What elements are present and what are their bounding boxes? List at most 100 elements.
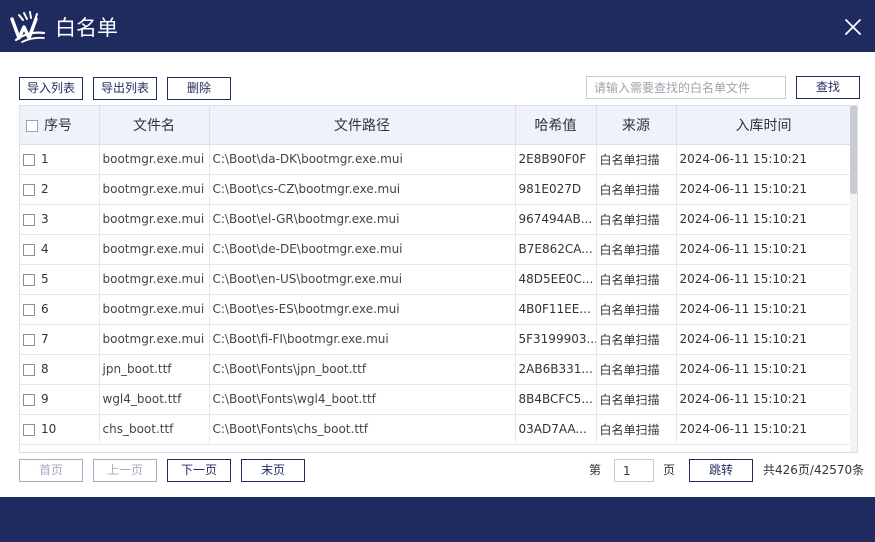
- row-hash-text: B7E862CA...: [518, 242, 593, 256]
- title-bar: 白名单: [0, 0, 875, 52]
- row-time-text: 2024-06-11 15:10:21: [679, 332, 807, 346]
- table-row[interactable]: 1 bootmgr.exe.mui C:\Boot\da-DK\bootmgr.ex…: [20, 144, 852, 175]
- row-filepath-text: C:\Boot\cs-CZ\bootmgr.exe.mui: [212, 182, 401, 196]
- table-row[interactable]: 3 bootmgr.exe.mui C:\Boot\el-GR\bootmgr.ex…: [20, 204, 852, 235]
- row-hash-cell: 2AB6B331...: [515, 354, 597, 385]
- row-index-cell: 2: [20, 174, 100, 205]
- row-filepath-cell: C:\Boot\Fonts\chs_boot.ttf: [209, 414, 516, 445]
- row-source-cell: 白名单扫描: [596, 174, 677, 205]
- row-filepath-cell: C:\Boot\Fonts\jpn_boot.ttf: [209, 354, 516, 385]
- row-time-cell: 2024-06-11 15:10:21: [676, 144, 852, 175]
- row-filepath-cell: C:\Boot\el-GR\bootmgr.exe.mui: [209, 204, 516, 235]
- row-checkbox[interactable]: [23, 243, 35, 256]
- row-index-cell: 6: [20, 294, 100, 325]
- row-checkbox[interactable]: [23, 393, 35, 406]
- delete-button[interactable]: 删除: [167, 77, 231, 100]
- row-filepath-text: C:\Boot\en-US\bootmgr.exe.mui: [212, 272, 403, 286]
- row-hash-text: 5F3199903...: [518, 332, 596, 346]
- row-filepath-text: C:\Boot\Fonts\chs_boot.ttf: [212, 422, 368, 436]
- row-filename-cell: bootmgr.exe.mui: [99, 264, 210, 295]
- row-checkbox[interactable]: [23, 153, 35, 166]
- row-time-cell: 2024-06-11 15:10:21: [676, 204, 852, 235]
- column-header-time[interactable]: 入库时间: [676, 106, 852, 145]
- row-filepath-text: C:\Boot\el-GR\bootmgr.exe.mui: [212, 212, 400, 226]
- row-time-cell: 2024-06-11 15:10:21: [676, 264, 852, 295]
- row-source-cell: 白名单扫描: [596, 204, 677, 235]
- last-page-button[interactable]: 末页: [241, 459, 305, 482]
- close-icon[interactable]: [842, 16, 864, 38]
- row-checkbox[interactable]: [23, 363, 35, 376]
- scrollbar-thumb[interactable]: [850, 106, 857, 194]
- row-filename-cell: bootmgr.exe.mui: [99, 174, 210, 205]
- table-scrollbar[interactable]: [850, 106, 857, 452]
- first-page-button[interactable]: 首页: [19, 459, 83, 482]
- import-list-button[interactable]: 导入列表: [19, 77, 83, 100]
- row-index-text: 7: [41, 332, 49, 346]
- prev-page-button[interactable]: 上一页: [93, 459, 157, 482]
- row-filename-text: bootmgr.exe.mui: [102, 332, 205, 346]
- table-row[interactable]: 5 bootmgr.exe.mui C:\Boot\en-US\bootmgr.ex…: [20, 264, 852, 295]
- table-row[interactable]: 2 bootmgr.exe.mui C:\Boot\cs-CZ\bootmgr.ex…: [20, 174, 852, 205]
- column-header-filepath[interactable]: 文件路径: [209, 106, 516, 145]
- row-checkbox[interactable]: [23, 213, 35, 226]
- row-checkbox[interactable]: [23, 333, 35, 346]
- row-filename-text: bootmgr.exe.mui: [102, 272, 205, 286]
- row-hash-text: 4B0F11EE...: [518, 302, 591, 316]
- row-source-text: 白名单扫描: [599, 182, 660, 197]
- jump-button[interactable]: 跳转: [689, 459, 753, 482]
- table-row[interactable]: 8 jpn_boot.ttf C:\Boot\Fonts\jpn_boot.ttf 2…: [20, 354, 852, 385]
- row-filename-text: jpn_boot.ttf: [102, 362, 172, 376]
- row-filepath-cell: C:\Boot\de-DE\bootmgr.exe.mui: [209, 234, 516, 265]
- search-input[interactable]: [586, 76, 786, 99]
- find-button[interactable]: 查找: [796, 76, 860, 99]
- row-filename-text: bootmgr.exe.mui: [102, 152, 205, 166]
- row-filepath-text: C:\Boot\Fonts\wgl4_boot.ttf: [212, 392, 376, 406]
- table-row[interactable]: 7 bootmgr.exe.mui C:\Boot\fi-FI\bootmgr.ex…: [20, 324, 852, 355]
- row-filename-cell: jpn_boot.ttf: [99, 354, 210, 385]
- row-source-cell: 白名单扫描: [596, 384, 677, 415]
- export-list-button[interactable]: 导出列表: [93, 77, 157, 100]
- row-time-text: 2024-06-11 15:10:21: [679, 272, 807, 286]
- row-source-text: 白名单扫描: [599, 422, 660, 437]
- row-hash-cell: 2E8B90F0F: [515, 144, 597, 175]
- row-hash-cell: 4B0F11EE...: [515, 294, 597, 325]
- row-filename-cell: wgl4_boot.ttf: [99, 384, 210, 415]
- table-row[interactable]: 6 bootmgr.exe.mui C:\Boot\es-ES\bootmgr.ex…: [20, 294, 852, 325]
- column-header-filename[interactable]: 文件名: [99, 106, 210, 145]
- row-source-text: 白名单扫描: [599, 392, 660, 407]
- row-filename-text: bootmgr.exe.mui: [102, 212, 205, 226]
- row-time-cell: 2024-06-11 15:10:21: [676, 234, 852, 265]
- row-index-cell: 4: [20, 234, 100, 265]
- row-filepath-cell: C:\Boot\da-DK\bootmgr.exe.mui: [209, 144, 516, 175]
- row-filepath-text: C:\Boot\Fonts\jpn_boot.ttf: [212, 362, 367, 376]
- table-row[interactable]: 9 wgl4_boot.ttf C:\Boot\Fonts\wgl4_boot.tt…: [20, 384, 852, 415]
- select-all-checkbox[interactable]: [26, 119, 38, 132]
- row-hash-text: 8B4BCFC5...: [518, 392, 593, 406]
- row-time-text: 2024-06-11 15:10:21: [679, 212, 807, 226]
- row-time-text: 2024-06-11 15:10:21: [679, 152, 807, 166]
- window-title: 白名单: [55, 16, 118, 40]
- table-row[interactable]: 10 chs_boot.ttf C:\Boot\Fonts\chs_boot.ttf…: [20, 414, 852, 445]
- row-index-text: 3: [41, 212, 49, 226]
- page-number-input[interactable]: [614, 459, 654, 482]
- row-filepath-cell: C:\Boot\Fonts\wgl4_boot.ttf: [209, 384, 516, 415]
- row-source-cell: 白名单扫描: [596, 264, 677, 295]
- row-filename-text: bootmgr.exe.mui: [102, 302, 205, 316]
- table-header-row: 序号 文件名 文件路径 哈希值 来源 入库时间: [20, 106, 852, 145]
- row-index-cell: 8: [20, 354, 100, 385]
- row-filepath-text: C:\Boot\es-ES\bootmgr.exe.mui: [212, 302, 400, 316]
- row-checkbox[interactable]: [23, 183, 35, 196]
- row-filename-text: bootmgr.exe.mui: [102, 242, 205, 256]
- row-filename-cell: bootmgr.exe.mui: [99, 324, 210, 355]
- next-page-button[interactable]: 下一页: [167, 459, 231, 482]
- row-checkbox[interactable]: [23, 303, 35, 316]
- column-header-source[interactable]: 来源: [596, 106, 677, 145]
- table-row[interactable]: 4 bootmgr.exe.mui C:\Boot\de-DE\bootmgr.ex…: [20, 234, 852, 265]
- row-hash-text: 03AD7AA...: [518, 422, 587, 436]
- row-filename-text: chs_boot.ttf: [102, 422, 174, 436]
- row-source-text: 白名单扫描: [599, 242, 660, 257]
- row-checkbox[interactable]: [23, 423, 35, 436]
- row-checkbox[interactable]: [23, 273, 35, 286]
- column-header-hash[interactable]: 哈希值: [515, 106, 597, 145]
- row-source-text: 白名单扫描: [599, 212, 660, 227]
